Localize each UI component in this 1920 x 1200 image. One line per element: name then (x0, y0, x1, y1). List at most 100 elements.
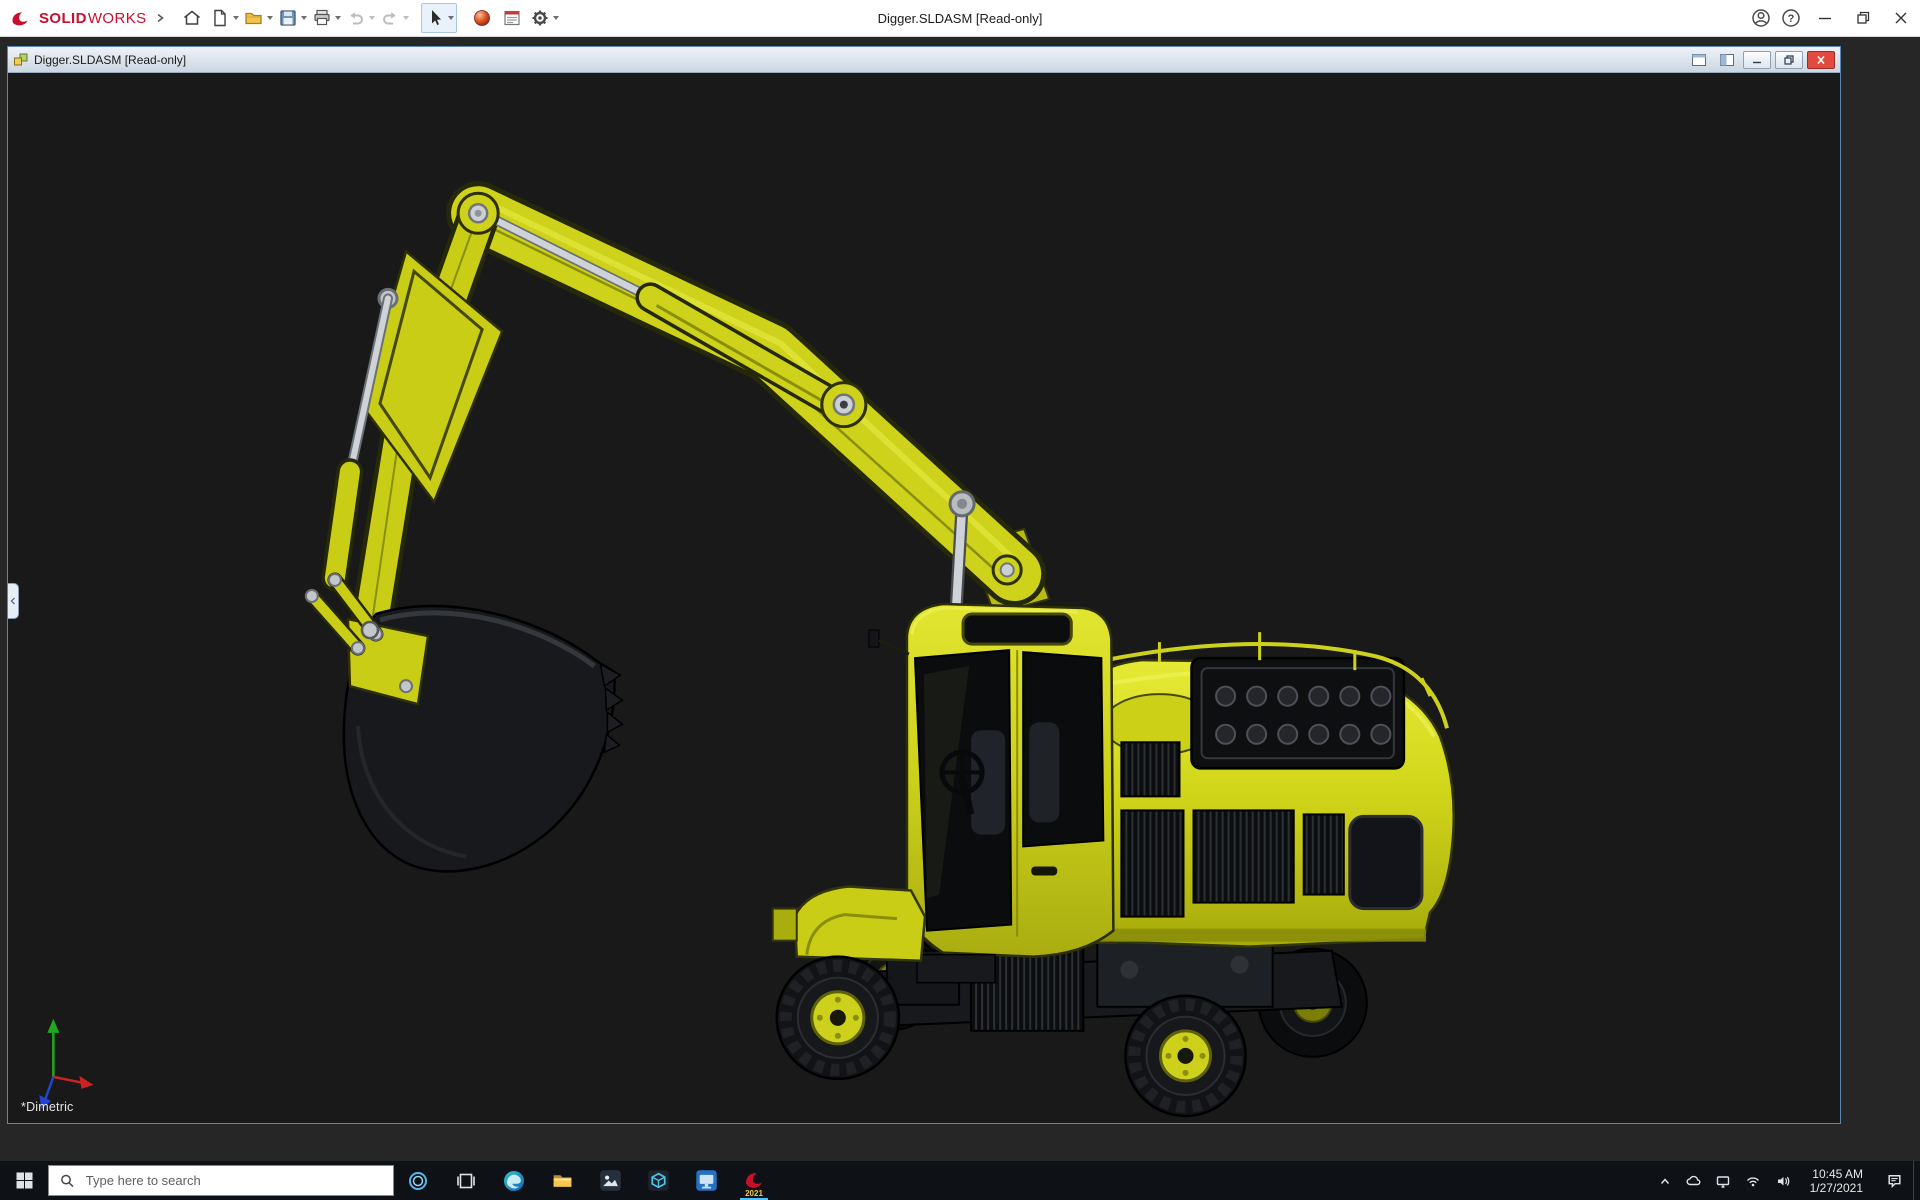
gear-icon (529, 7, 551, 29)
restore-button[interactable] (1844, 0, 1882, 36)
cube-app-icon (646, 1168, 671, 1193)
dropdown-caret-icon[interactable] (403, 16, 409, 20)
dropdown-caret-icon[interactable] (369, 16, 375, 20)
tray-volume-button[interactable] (1768, 1161, 1798, 1200)
wheel-rear-outer[interactable] (1125, 996, 1245, 1116)
undo-icon (345, 7, 367, 29)
print-icon (311, 7, 333, 29)
new-document-button[interactable] (207, 3, 241, 33)
mini-window-icon-2[interactable] (1715, 51, 1739, 69)
doc-restore-button[interactable] (1775, 51, 1803, 69)
document-titlebar[interactable]: Digger.SLDASM [Read-only] (8, 47, 1840, 73)
tray-cloud-button[interactable] (1678, 1161, 1708, 1200)
undo-button[interactable] (343, 3, 377, 33)
options-button[interactable] (527, 3, 561, 33)
save-icon (277, 7, 299, 29)
document-title: Digger.SLDASM [Read-only] (34, 53, 186, 67)
task-view-button[interactable] (442, 1161, 490, 1200)
search-input[interactable] (84, 1172, 382, 1189)
chevron-up-icon (1657, 1173, 1673, 1189)
application-titlebar[interactable]: SOLID WORKS (0, 0, 1920, 37)
home-icon (181, 7, 203, 29)
open-button[interactable] (241, 3, 275, 33)
show-desktop-button[interactable] (1913, 1161, 1920, 1200)
action-center-icon (1886, 1172, 1903, 1189)
clock-date: 1/27/2021 (1810, 1181, 1863, 1195)
file-explorer-icon (551, 1169, 574, 1192)
screenshot-app-button[interactable] (586, 1161, 634, 1200)
minimize-icon (1750, 54, 1764, 66)
display-icon (1715, 1173, 1731, 1189)
start-button[interactable] (0, 1161, 48, 1200)
windows-logo-icon (14, 1170, 35, 1191)
tray-display-button[interactable] (1708, 1161, 1738, 1200)
appearance-button[interactable] (467, 3, 497, 33)
cursor-select-icon (424, 7, 446, 29)
cloud-icon (1685, 1173, 1701, 1189)
minimize-button[interactable] (1806, 0, 1844, 36)
help-icon: ? (1780, 7, 1802, 29)
app-window-title: Digger.SLDASM [Read-only] (878, 11, 1043, 26)
select-tool-button[interactable] (421, 3, 457, 33)
engine-housing[interactable] (1084, 632, 1453, 947)
search-icon (60, 1173, 75, 1189)
menu-expand-arrow[interactable] (153, 11, 167, 25)
window-panes-icon (1691, 53, 1707, 67)
boom-arm[interactable] (335, 193, 1049, 630)
dropdown-caret-icon[interactable] (448, 16, 454, 20)
redo-button[interactable] (377, 3, 411, 33)
dropdown-caret-icon[interactable] (553, 16, 559, 20)
solidworks-app-button[interactable]: 2021 (730, 1161, 778, 1200)
account-person-icon (1750, 7, 1772, 29)
close-icon (1814, 54, 1828, 66)
graphics-viewport[interactable]: *Dimetric (8, 73, 1840, 1123)
taskbar: 2021 (0, 1161, 1920, 1200)
mdi-client-area: Digger.SLDASM [Read-only] (0, 38, 1920, 1161)
action-center-button[interactable] (1875, 1161, 1913, 1200)
home-button[interactable] (177, 3, 207, 33)
restore-icon (1852, 7, 1874, 29)
blue-window-icon (694, 1168, 719, 1193)
edge-button[interactable] (490, 1161, 538, 1200)
file-explorer-button[interactable] (538, 1161, 586, 1200)
taskbar-clock[interactable]: 10:45 AM 1/27/2021 (1798, 1161, 1875, 1200)
collapsed-panel-tab[interactable] (8, 583, 19, 619)
wheel-front-outer[interactable] (777, 957, 899, 1079)
solidworks-logo-icon (10, 8, 34, 28)
appearance-sphere-icon (471, 7, 493, 29)
properties-card-button[interactable] (497, 3, 527, 33)
brand-text-bold: SOLID (39, 10, 87, 27)
chevron-right-icon (155, 13, 165, 23)
assembly-document-icon (13, 52, 29, 68)
taskbar-search[interactable] (48, 1165, 394, 1196)
task-view-icon (455, 1170, 477, 1192)
view-orientation-label: *Dimetric (21, 1100, 74, 1114)
excavator-model[interactable] (8, 73, 1840, 1123)
doc-minimize-button[interactable] (1743, 51, 1771, 69)
minimize-icon (1814, 7, 1836, 29)
speaker-icon (1775, 1173, 1791, 1189)
close-button[interactable] (1882, 0, 1920, 36)
account-button[interactable] (1746, 3, 1776, 33)
dropdown-caret-icon[interactable] (233, 16, 239, 20)
help-button[interactable]: ? (1776, 3, 1806, 33)
front-fender[interactable] (773, 887, 925, 961)
cortana-button[interactable] (394, 1161, 442, 1200)
dropdown-caret-icon[interactable] (335, 16, 341, 20)
dropdown-caret-icon[interactable] (301, 16, 307, 20)
tray-network-button[interactable] (1738, 1161, 1768, 1200)
cortana-icon (407, 1170, 429, 1192)
restore-icon (1782, 54, 1796, 66)
edge-browser-icon (502, 1169, 526, 1193)
print-button[interactable] (309, 3, 343, 33)
solidworks-brand: SOLID WORKS (0, 8, 153, 28)
mini-window-icon-1[interactable] (1687, 51, 1711, 69)
dropdown-caret-icon[interactable] (267, 16, 273, 20)
cad-viewer-app-button[interactable] (634, 1161, 682, 1200)
window-app-button[interactable] (682, 1161, 730, 1200)
save-button[interactable] (275, 3, 309, 33)
hidden-icons-button[interactable] (1652, 1161, 1678, 1200)
clock-time: 10:45 AM (1812, 1167, 1863, 1181)
redo-icon (379, 7, 401, 29)
doc-close-button[interactable] (1807, 51, 1835, 69)
